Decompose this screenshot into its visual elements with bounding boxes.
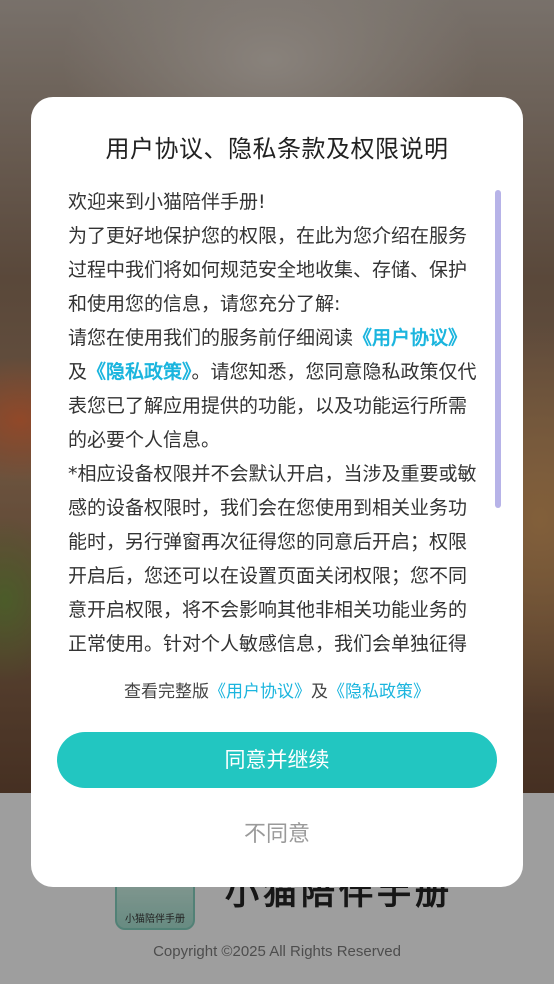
full-version-line: 查看完整版《用户协议》及《隐私政策》 — [31, 677, 523, 702]
content-paragraph: 欢迎来到小猫陪伴手册! — [68, 191, 266, 213]
decline-button[interactable]: 不同意 — [177, 815, 377, 855]
agree-continue-button[interactable]: 同意并继续 — [57, 732, 497, 788]
full-user-agreement-link[interactable]: 《用户协议》 — [209, 682, 311, 702]
privacy-policy-link[interactable]: 《隐私政策》 — [87, 361, 192, 383]
dialog-title: 用户协议、隐私条款及权限说明 — [105, 135, 449, 163]
content-paragraph: 为了更好地保护您的权限，在此为您介绍在服务过程中我们将如何规范安全地收集、存储、… — [68, 225, 468, 315]
content-text: 请您在使用我们的服务前仔细阅读 — [68, 327, 354, 349]
content-scrollbar[interactable] — [495, 190, 501, 508]
content-paragraph: 请您在使用我们的服务前仔细阅读《用户协议》及《隐私政策》。请您知悉，您同意隐私政… — [68, 321, 478, 457]
user-agreement-link[interactable]: 《用户协议》 — [353, 327, 467, 349]
agreement-dialog: 用户协议、隐私条款及权限说明 欢迎来到小猫陪伴手册! 为了更好地保护您的权限，在… — [31, 97, 523, 887]
content-text: 及 — [68, 361, 88, 383]
full-version-and: 及 — [311, 682, 328, 702]
agreement-content[interactable]: 欢迎来到小猫陪伴手册! 为了更好地保护您的权限，在此为您介绍在服务过程中我们将如… — [68, 185, 478, 655]
full-privacy-policy-link[interactable]: 《隐私政策》 — [328, 682, 430, 702]
full-version-prefix: 查看完整版 — [124, 682, 209, 702]
content-paragraph: *相应设备权限并不会默认开启，当涉及重要或敏感的设备权限时，我们会在您使用到相关… — [68, 463, 477, 655]
